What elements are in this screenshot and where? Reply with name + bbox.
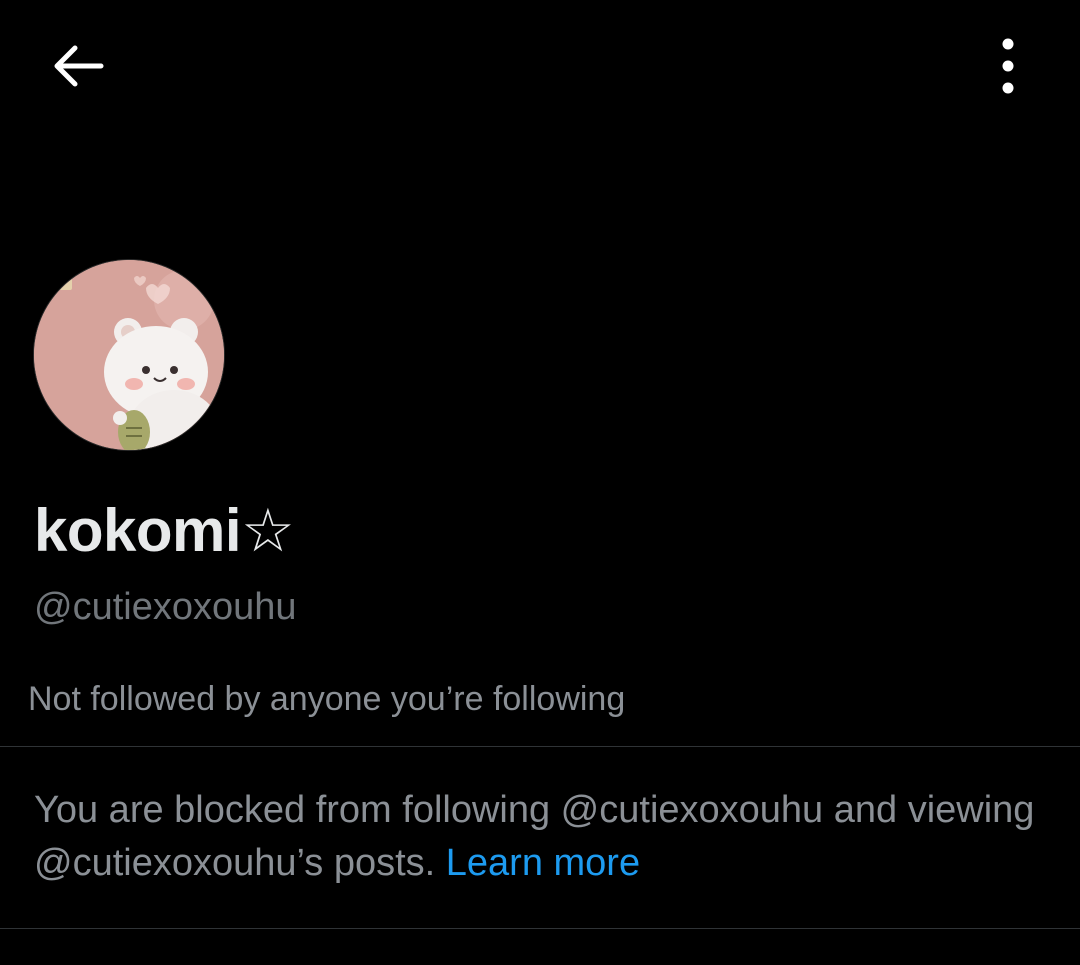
top-bar [0,0,1080,130]
avatar-bear-image [34,260,224,450]
back-button[interactable] [38,26,118,106]
divider [0,746,1080,747]
display-name: kokomi☆ [34,497,295,564]
profile-avatar[interactable] [34,260,224,450]
learn-more-link[interactable]: Learn more [446,842,640,884]
more-vertical-icon [1002,38,1014,94]
more-options-button[interactable] [968,26,1048,106]
blocked-notice: You are blocked from following @cutiexox… [34,784,1044,890]
arrow-left-icon [54,45,104,87]
followed-by-info: Not followed by anyone you’re following [28,680,626,718]
username-handle: @cutiexoxouhu [34,586,297,628]
divider [0,928,1080,929]
